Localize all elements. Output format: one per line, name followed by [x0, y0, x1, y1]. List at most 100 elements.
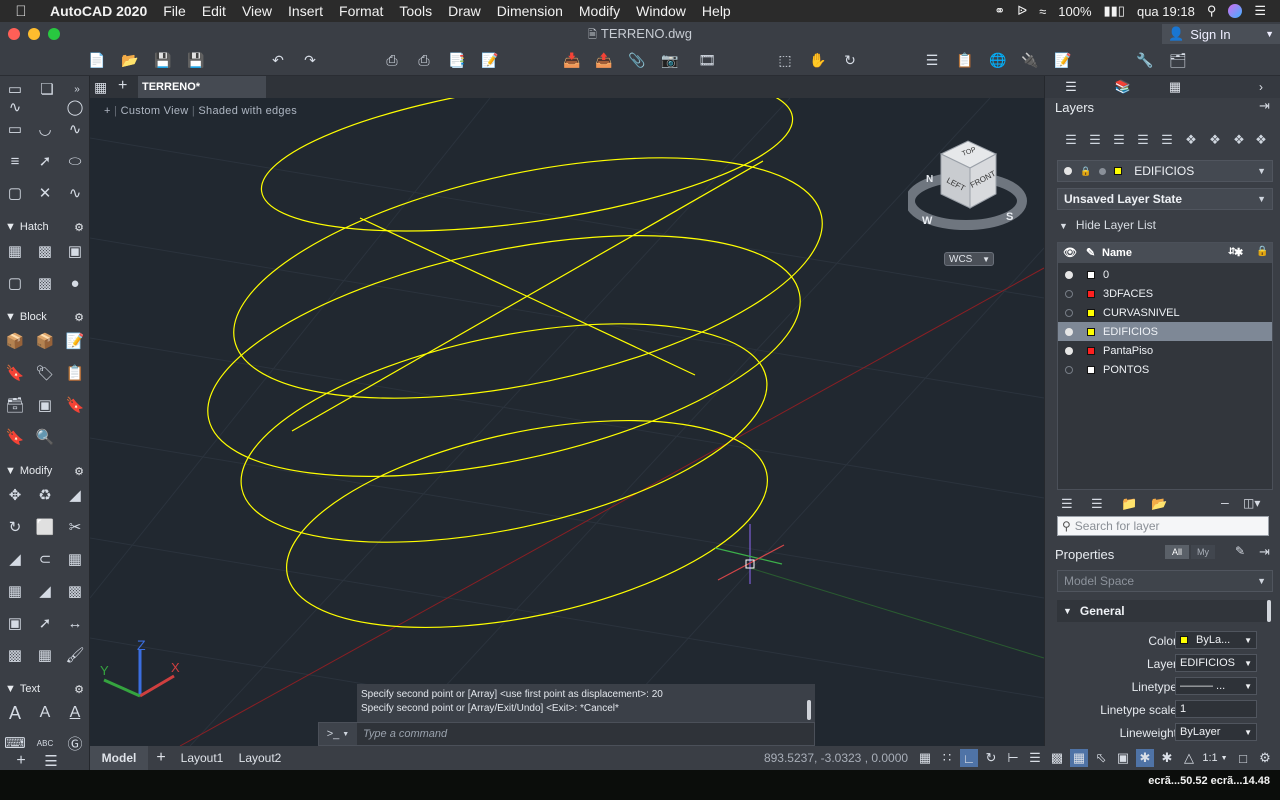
tab-layout1[interactable]: Layout1 — [174, 746, 230, 770]
gear-icon[interactable]: ⚙ — [74, 683, 84, 696]
plot-icon[interactable]: ⎙ — [382, 50, 402, 70]
multiline-text-icon[interactable]: A — [4, 702, 26, 724]
menu-edit[interactable]: Edit — [194, 3, 234, 19]
menu-draw[interactable]: Draw — [440, 3, 489, 19]
layer-previous-icon[interactable]: ☰ — [1109, 130, 1129, 150]
join-icon[interactable]: ➚ — [34, 612, 56, 634]
lineweight-dropdown[interactable]: ByLayer ▼ — [1175, 723, 1257, 741]
layer-properties-icon[interactable]: ☰ — [1061, 130, 1081, 150]
transparency-icon[interactable]: ▩ — [1048, 749, 1066, 767]
layer-row-selected[interactable]: EDIFICIOS — [1058, 322, 1272, 341]
cursor-coordinates[interactable]: 893.5237, -3.0323 , 0.0000 — [756, 746, 916, 770]
dynamic-ucs-icon[interactable]: ▣ — [1114, 749, 1132, 767]
hatch-section-header[interactable]: ▼ Hatch ⚙ — [0, 218, 90, 236]
xref-icon[interactable]: 📷 — [660, 50, 680, 70]
delete-layer-icon[interactable]: – — [1221, 494, 1229, 510]
layer-color-swatch[interactable] — [1087, 365, 1095, 374]
layer-on-bulb[interactable] — [1065, 270, 1073, 279]
revision-cloud-icon[interactable]: ∿ — [64, 182, 86, 204]
layer-row[interactable]: 0 — [1058, 265, 1272, 284]
compass-west[interactable]: W — [922, 215, 933, 227]
command-prompt-menu[interactable]: >_ ▼ — [319, 723, 357, 745]
helix-geometry[interactable] — [187, 98, 844, 665]
tab-model[interactable]: Model — [90, 746, 148, 770]
column-name[interactable]: Name — [1102, 247, 1132, 259]
layer-row[interactable]: PantaPiso — [1058, 341, 1272, 360]
import-icon[interactable]: 📥 — [562, 50, 582, 70]
set-current-layer-icon[interactable]: ☰ — [1085, 130, 1105, 150]
color-dropdown[interactable]: ByLa... ▼ — [1175, 631, 1257, 649]
panel-float-icon[interactable]: ⇥ — [1259, 98, 1270, 114]
layer-off-icon[interactable]: ❖ — [1205, 130, 1225, 150]
scale-icon[interactable]: ⬜ — [34, 516, 56, 538]
attach-icon[interactable]: 📎 — [627, 50, 647, 70]
battery-icon[interactable]: ▮▮▯ — [1104, 3, 1125, 19]
undo-icon[interactable]: ↶ — [268, 50, 288, 70]
menu-help[interactable]: Help — [694, 3, 739, 19]
layer-on-bulb[interactable] — [1065, 327, 1073, 336]
spline-icon[interactable]: ∿ — [64, 118, 86, 140]
new-group-filter-icon[interactable]: 📁 — [1121, 496, 1137, 512]
tab-layout2[interactable]: Layout2 — [232, 746, 288, 770]
gear-icon[interactable]: ⚙ — [74, 465, 84, 478]
snap-icon[interactable]: ∷ — [938, 749, 956, 767]
menu-file[interactable]: File — [155, 3, 194, 19]
visual-style-button[interactable]: Shaded with edges — [198, 105, 297, 117]
file-tab-menu-icon[interactable]: ▦ — [94, 79, 107, 96]
layer-color-swatch[interactable] — [1087, 308, 1095, 317]
block-editor-icon[interactable]: 📝 — [64, 330, 86, 352]
polyline-icon[interactable]: ∿ — [4, 96, 26, 118]
block-editor-icon[interactable]: 🔧 — [1135, 50, 1155, 70]
freeze-column-icon[interactable]: ✱ — [1234, 246, 1243, 259]
layer-state-dropdown[interactable]: Unsaved Layer State ▼ — [1057, 188, 1273, 210]
zoom-window-icon[interactable]: ⬚ — [775, 50, 795, 70]
single-line-text-icon[interactable]: A — [34, 702, 56, 724]
drawing-viewport[interactable]: Z X Y + | Custom View | Shaded with edge… — [90, 98, 1044, 746]
sync-attributes-icon[interactable]: 🔖 — [4, 426, 26, 448]
edit-attribute-icon[interactable]: 📋 — [64, 362, 86, 384]
menu-dimension[interactable]: Dimension — [489, 3, 571, 19]
creative-cloud-icon[interactable]: ⚭ — [994, 3, 1005, 19]
grid-icon[interactable]: ▦ — [916, 749, 934, 767]
filter-my-toggle[interactable]: My — [1191, 545, 1215, 559]
text-mask-icon[interactable]: Ⓖ — [64, 732, 86, 754]
rotate-icon[interactable]: ↻ — [4, 516, 26, 538]
lock-column-icon[interactable]: 🔒 — [1256, 246, 1268, 257]
sheet-set-icon[interactable]: 🗂 — [1168, 50, 1188, 70]
current-layer-dropdown[interactable]: 🔒 EDIFICIOS ▼ — [1057, 160, 1273, 182]
block-section-header[interactable]: ▼ Block ⚙ — [0, 308, 90, 326]
save-as-icon[interactable]: 💾 — [186, 50, 206, 70]
chamfer-icon[interactable]: ▦ — [34, 644, 56, 666]
arc-icon[interactable]: ◡ — [34, 118, 56, 140]
layer-color-swatch[interactable] — [1087, 327, 1095, 336]
annotation-visibility-icon[interactable]: ✱ — [1136, 749, 1154, 767]
panel-collapse-icon[interactable]: › — [1241, 78, 1280, 96]
create-block-icon[interactable]: 📦 — [34, 330, 56, 352]
document-tab[interactable]: TERRENO* — [138, 76, 266, 98]
layer-isolate-icon[interactable]: ☰ — [1157, 130, 1177, 150]
menu-modify[interactable]: Modify — [571, 3, 628, 19]
command-input[interactable] — [357, 723, 814, 745]
compass-north[interactable]: N — [926, 174, 933, 185]
region-icon[interactable]: ▢ — [4, 182, 26, 204]
mirror-icon[interactable]: ◢ — [64, 484, 86, 506]
new-tab-icon[interactable]: + — [118, 77, 127, 95]
layer-freeze-icon[interactable]: ❖ — [1181, 130, 1201, 150]
markup-icon[interactable]: 📝 — [1053, 50, 1073, 70]
sign-in-button[interactable]: 👤 Sign In ▼ — [1162, 24, 1280, 44]
layer-color-swatch[interactable] — [1087, 270, 1095, 279]
modify-section-header[interactable]: ▼ Modify ⚙ — [0, 462, 90, 480]
helix-loop-4[interactable] — [222, 283, 786, 582]
break-icon[interactable]: ▣ — [4, 612, 26, 634]
layer-unlock-icon[interactable]: ❖ — [1251, 130, 1271, 150]
multiline-icon[interactable]: ≡ — [4, 150, 26, 172]
linetype-scale-input[interactable]: 1 — [1175, 700, 1257, 718]
layer-dropdown[interactable]: EDIFICIOS ▼ — [1175, 654, 1257, 672]
hide-layer-list-toggle[interactable]: ▼ Hide Layer List — [1059, 218, 1156, 232]
render-icon[interactable]: 🎞 — [697, 50, 717, 70]
space-dropdown[interactable]: Model Space ▼ — [1057, 570, 1273, 592]
open-file-icon[interactable]: 📂 — [120, 50, 140, 70]
properties-scrollbar[interactable] — [1267, 600, 1271, 622]
helix-loop-1[interactable] — [252, 98, 802, 259]
orbit-icon[interactable]: ↻ — [840, 50, 860, 70]
